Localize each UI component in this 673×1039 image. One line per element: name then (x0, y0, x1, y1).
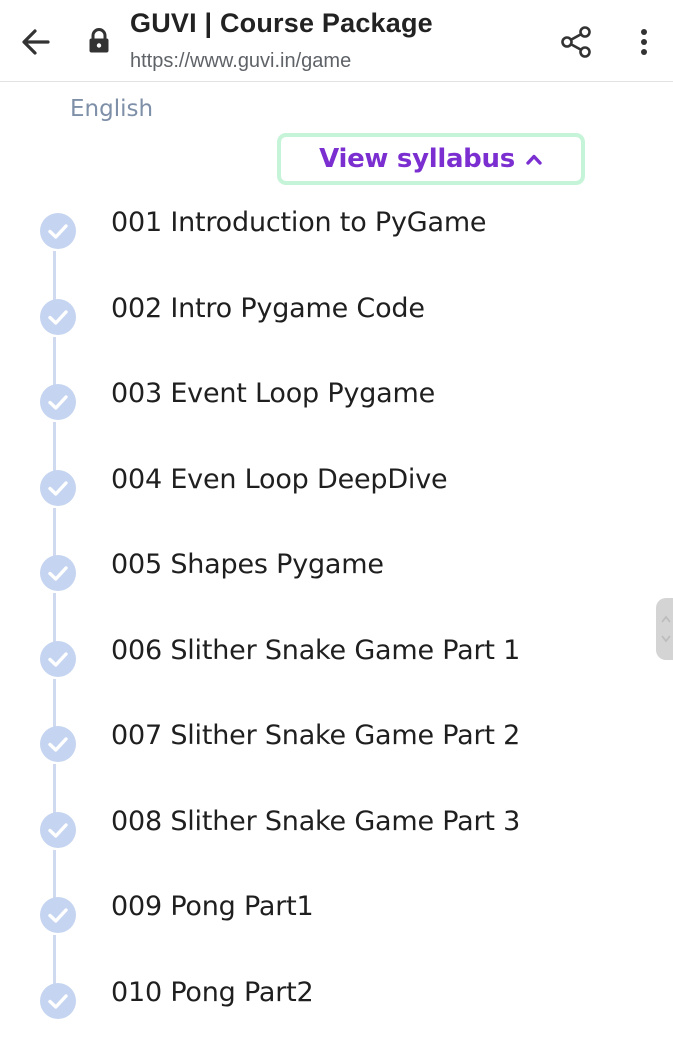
lesson-title: 001 Introduction to PyGame (111, 207, 487, 238)
check-circle-icon (40, 897, 76, 933)
fast-scroll-handle[interactable] (656, 598, 673, 660)
view-syllabus-label: View syllabus (319, 144, 515, 174)
scroll-arrows-icon (661, 615, 671, 643)
page-url[interactable]: https://www.guvi.in/game (130, 50, 351, 73)
lesson-title: 008 Slither Snake Game Part 3 (111, 805, 521, 837)
lesson-item[interactable]: 005 Shapes Pygame (0, 549, 673, 593)
syllabus-lesson-list: 001 Introduction to PyGame 002 Intro Pyga… (0, 195, 673, 1039)
lesson-item[interactable]: 007 Slither Snake Game Part 2 (0, 720, 673, 764)
share-button[interactable] (560, 25, 592, 59)
lesson-item[interactable]: 004 Even Loop DeepDive (0, 464, 673, 508)
lesson-title: 009 Pong Part1 (111, 891, 314, 922)
page-title: GUVI | Course Package (130, 8, 433, 38)
lesson-item[interactable]: 002 Intro Pygame Code (0, 293, 673, 337)
check-circle-icon (40, 469, 76, 506)
lesson-title: 003 Event Loop Pygame (111, 378, 436, 409)
check-circle-icon (40, 811, 76, 848)
lesson-title: 006 Slither Snake Game Part 1 (111, 634, 521, 666)
check-circle-icon (40, 726, 76, 762)
lesson-item[interactable]: 009 Pong Part1 (0, 891, 673, 935)
more-options-button[interactable] (630, 24, 658, 60)
course-language: English (70, 96, 154, 122)
share-icon (561, 26, 591, 58)
lesson-title: 005 Shapes Pygame (111, 549, 384, 580)
check-circle-icon (40, 555, 76, 591)
lesson-title: 002 Intro Pygame Code (111, 292, 425, 324)
lesson-item[interactable]: 008 Slither Snake Game Part 3 (0, 806, 673, 850)
lesson-item[interactable]: 001 Introduction to PyGame (0, 207, 673, 251)
check-circle-icon (40, 384, 76, 420)
check-circle-icon (40, 982, 76, 1019)
check-circle-icon (40, 298, 76, 335)
lesson-item[interactable]: 010 Pong Part2 (0, 977, 673, 1021)
arrow-left-icon (22, 29, 50, 55)
check-circle-icon (40, 640, 76, 677)
browser-toolbar: GUVI | Course Package https://www.guvi.i… (0, 0, 673, 82)
lesson-item[interactable]: 006 Slither Snake Game Part 1 (0, 635, 673, 679)
check-circle-icon (40, 213, 76, 249)
lesson-item[interactable]: 003 Event Loop Pygame (0, 378, 673, 422)
lesson-title: 010 Pong Part2 (111, 976, 314, 1008)
lesson-title: 004 Even Loop DeepDive (111, 463, 448, 495)
lock-icon (88, 28, 110, 54)
chevron-up-icon (526, 154, 542, 165)
view-syllabus-button[interactable]: View syllabus (277, 133, 585, 185)
back-button[interactable] (18, 24, 54, 60)
lesson-title: 007 Slither Snake Game Part 2 (111, 720, 521, 751)
more-vert-icon (641, 29, 647, 55)
